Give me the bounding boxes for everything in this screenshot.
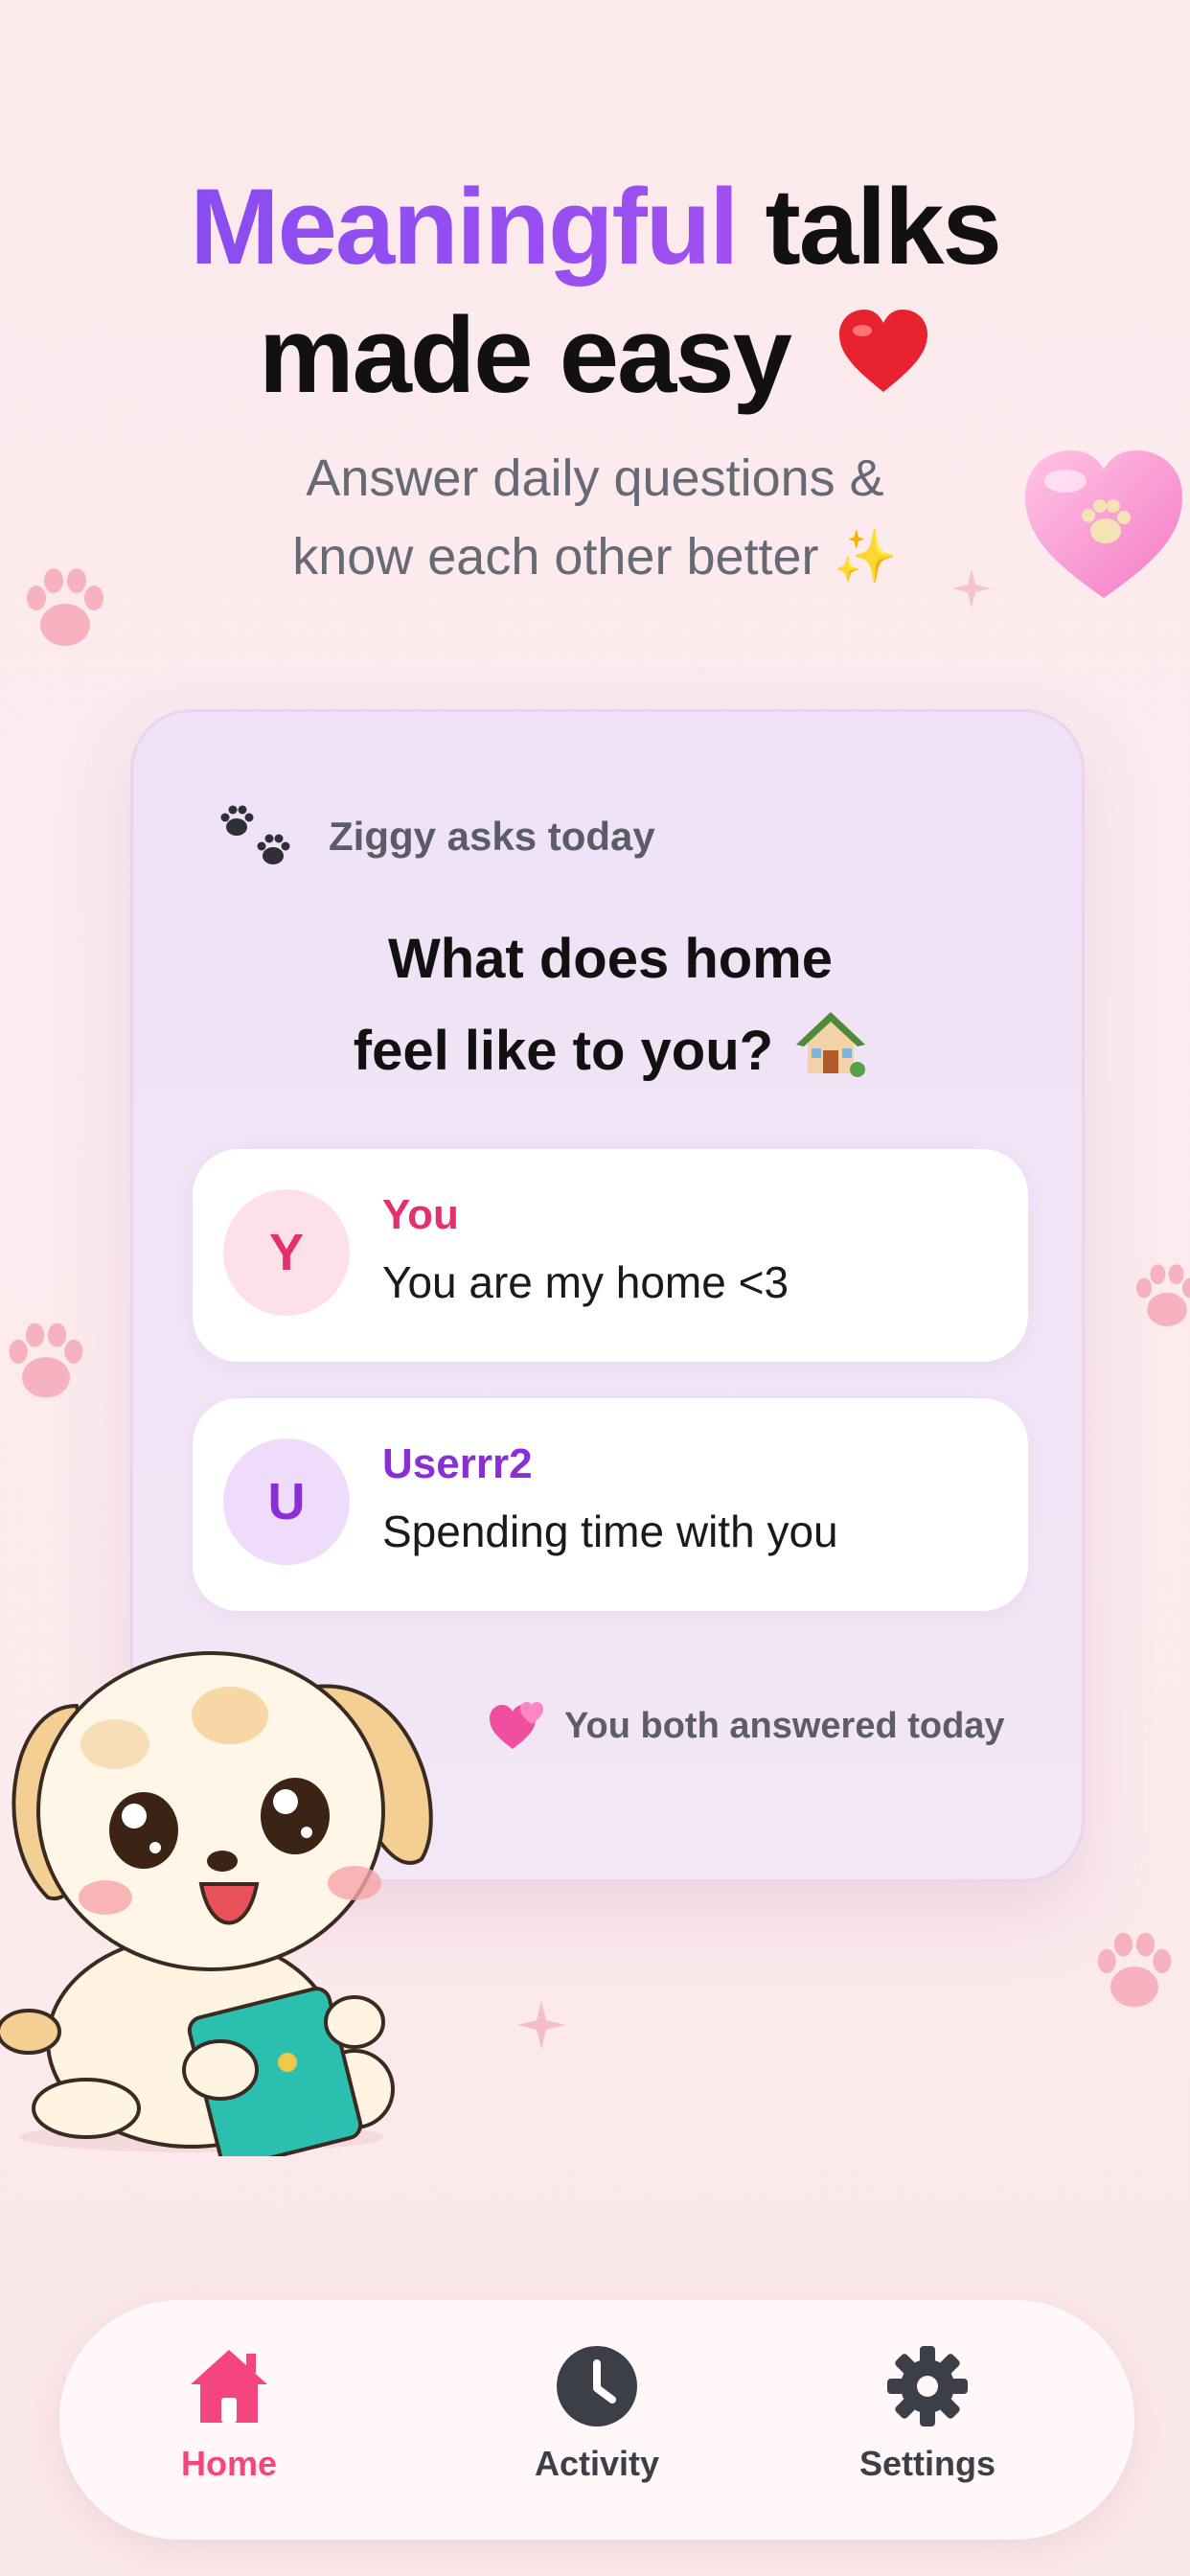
- two-hearts-icon: [490, 1702, 543, 1749]
- house-icon: [796, 1012, 866, 1077]
- answer-card-partner[interactable]: U Userrr2 Spending time with you: [193, 1398, 1028, 1611]
- question-line2: feel like to you?: [353, 1020, 774, 1082]
- red-heart-icon: [838, 310, 927, 392]
- bottom-tab-bar: Home Activity Settings: [59, 2300, 1134, 2540]
- tab-activity[interactable]: Activity: [482, 2342, 712, 2505]
- tab-label: Settings: [858, 2444, 995, 2483]
- tab-label: Activity: [534, 2444, 660, 2483]
- headline-rest: talks: [737, 167, 1001, 287]
- answer-card-you[interactable]: Y You You are my home <3: [193, 1149, 1028, 1362]
- headline: Meaningful talks made easy: [0, 163, 1190, 420]
- status-text: You both answered today: [564, 1705, 1005, 1746]
- question-text: What does home feel like to you?: [133, 913, 1087, 1097]
- avatar: U: [223, 1438, 350, 1565]
- paw-print-icon: [27, 568, 103, 646]
- subtitle-line2: know each other better ✨: [292, 528, 898, 586]
- avatar-initial: U: [267, 1473, 306, 1530]
- tab-home[interactable]: Home: [114, 2342, 344, 2505]
- home-icon: [191, 2350, 267, 2423]
- both-answered-status: You both answered today: [488, 1699, 1005, 1753]
- tab-settings[interactable]: Settings: [812, 2342, 1042, 2505]
- card-header: Ziggy asks today: [214, 798, 884, 875]
- headline-line2: made easy: [259, 295, 792, 415]
- avatar-initial: Y: [268, 1224, 305, 1281]
- subtitle: Answer daily questions & know each other…: [0, 439, 1190, 596]
- answer-author: Userrr2: [382, 1440, 533, 1487]
- tab-label: Home: [180, 2444, 278, 2483]
- sparkle-icon: [952, 569, 991, 608]
- glossy-heart-icon: [1025, 450, 1182, 598]
- paw-print-icon: [1136, 1264, 1190, 1326]
- paw-print-icon: [9, 1322, 83, 1398]
- paw-prints-icon: [220, 805, 290, 864]
- paw-print-icon: [1097, 1932, 1172, 2008]
- clock-icon: [557, 2346, 637, 2426]
- puppy-mascot-illustration: [0, 1651, 433, 2156]
- answer-text: You are my home <3: [382, 1257, 790, 1307]
- question-line1: What does home: [387, 928, 834, 990]
- headline-accent: Meaningful: [190, 167, 739, 287]
- answer-author: You: [382, 1191, 459, 1238]
- sparkle-icon: [517, 2001, 565, 2049]
- avatar: Y: [223, 1189, 350, 1316]
- answer-text: Spending time with you: [382, 1506, 838, 1556]
- gear-icon: [887, 2346, 968, 2426]
- subtitle-line1: Answer daily questions &: [306, 449, 884, 507]
- card-header-label: Ziggy asks today: [329, 814, 655, 859]
